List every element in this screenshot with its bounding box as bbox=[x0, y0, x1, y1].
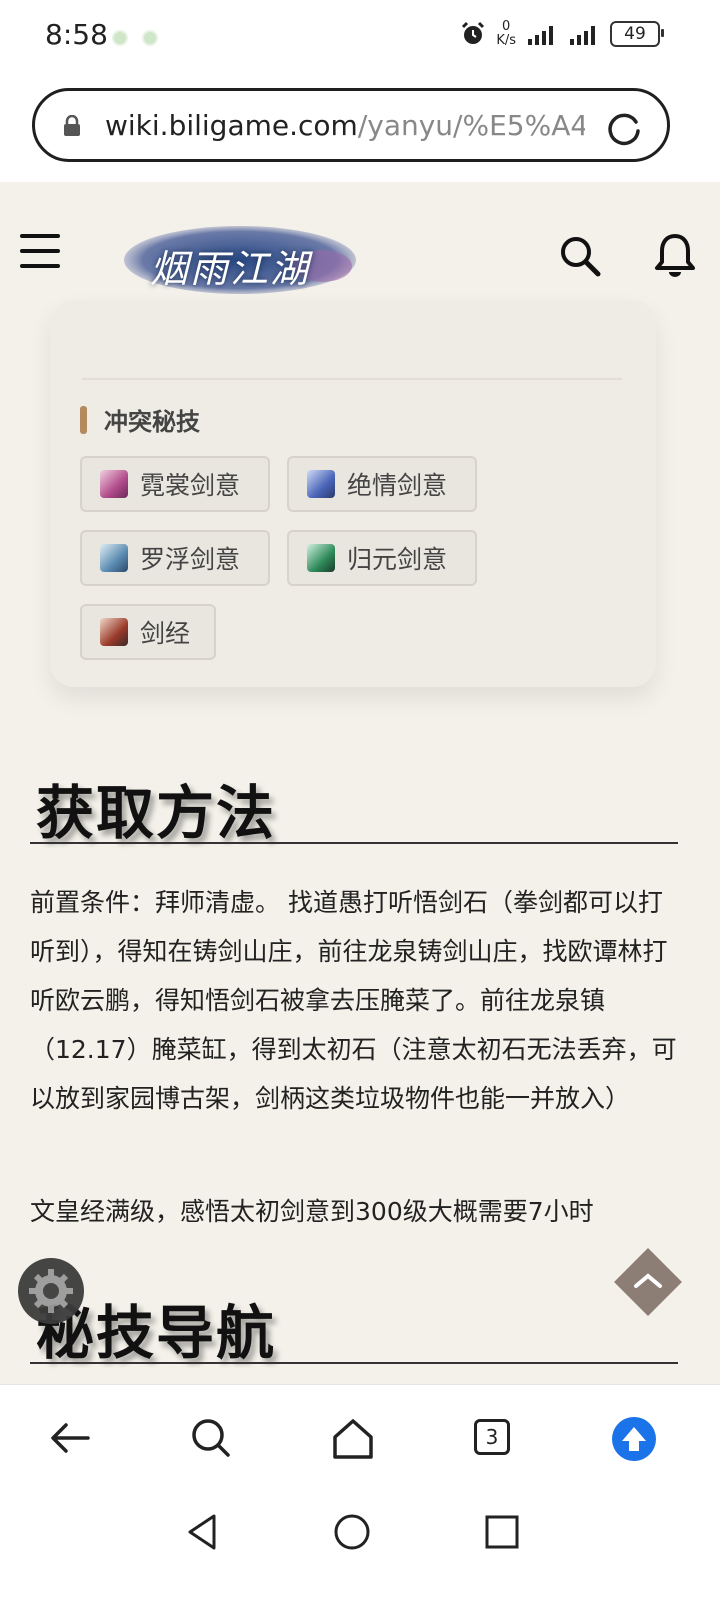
skill-button-guiyuan[interactable]: 归元剑意 bbox=[287, 530, 477, 586]
skill-button-jueqing[interactable]: 绝情剑意 bbox=[287, 456, 477, 512]
arrow-up-icon bbox=[622, 1427, 646, 1451]
status-time: 8:58 bbox=[45, 18, 108, 51]
skill-icon bbox=[307, 544, 335, 572]
status-indicators: 0 K/s 49 bbox=[460, 20, 664, 48]
skill-label: 绝情剑意 bbox=[347, 471, 448, 500]
lock-icon bbox=[64, 115, 80, 136]
skill-label: 归元剑意 bbox=[347, 545, 448, 574]
section-divider bbox=[30, 842, 678, 844]
notification-dot-icon bbox=[112, 30, 128, 46]
signal-icon bbox=[528, 26, 553, 45]
conflict-skills-card: 冲突秘技 霓裳剑意 绝情剑意 罗浮剑意 归元剑意 剑经 bbox=[50, 300, 656, 687]
time-note-paragraph: 文皇经满级，感悟太初剑意到300级大概需要7小时 bbox=[30, 1197, 594, 1226]
skill-label: 罗浮剑意 bbox=[140, 545, 241, 574]
card-divider bbox=[82, 378, 622, 380]
url-text[interactable]: wiki.biligame.com/yanyu/%E5%A4 bbox=[105, 109, 585, 142]
url-path: /yanyu/%E5%A4 bbox=[357, 109, 585, 142]
chevron-up-icon bbox=[634, 1273, 662, 1288]
skill-icon bbox=[100, 470, 128, 498]
browser-toolbar: 3 bbox=[0, 1384, 720, 1493]
gear-icon bbox=[29, 1269, 73, 1313]
section-divider bbox=[30, 1362, 678, 1364]
skill-icon bbox=[100, 544, 128, 572]
browser-address-area: wiki.biligame.com/yanyu/%E5%A4 bbox=[0, 76, 720, 182]
alarm-icon bbox=[462, 21, 485, 44]
status-bar: 8:58 0 K/s 49 bbox=[0, 0, 720, 76]
nav-recents-icon[interactable] bbox=[482, 1512, 522, 1552]
url-domain: wiki.biligame.com bbox=[105, 109, 358, 142]
skill-button-jianjing[interactable]: 剑经 bbox=[80, 604, 216, 660]
site-logo[interactable]: 烟雨江湖 bbox=[122, 222, 358, 296]
skill-button-nishang[interactable]: 霓裳剑意 bbox=[80, 456, 270, 512]
network-speed-unit: K/s bbox=[496, 33, 516, 48]
skill-icon bbox=[100, 618, 128, 646]
logo-text: 烟雨江湖 bbox=[150, 247, 311, 291]
search-icon[interactable] bbox=[188, 1415, 234, 1461]
network-speed: 0 K/s bbox=[496, 20, 516, 48]
battery-indicator: 49 bbox=[610, 21, 664, 47]
nav-back-icon[interactable] bbox=[184, 1512, 224, 1552]
system-navigation-bar bbox=[0, 1492, 720, 1602]
home-icon[interactable] bbox=[330, 1415, 376, 1461]
section-title-acquisition: 获取方法 bbox=[36, 779, 277, 847]
bell-icon[interactable] bbox=[654, 232, 696, 278]
nav-home-icon[interactable] bbox=[332, 1512, 372, 1552]
notification-dot-icon bbox=[142, 30, 158, 46]
skill-label: 剑经 bbox=[140, 619, 191, 648]
search-icon[interactable] bbox=[558, 234, 602, 278]
skill-icon bbox=[307, 470, 335, 498]
reload-icon[interactable] bbox=[605, 109, 643, 147]
menu-icon[interactable] bbox=[20, 234, 60, 270]
card-title-accent bbox=[80, 406, 87, 434]
back-arrow-icon[interactable] bbox=[48, 1415, 94, 1461]
address-bar[interactable]: wiki.biligame.com/yanyu/%E5%A4 bbox=[32, 88, 670, 162]
skill-button-luofu[interactable]: 罗浮剑意 bbox=[80, 530, 270, 586]
settings-float-button[interactable] bbox=[18, 1258, 84, 1324]
skill-label: 霓裳剑意 bbox=[140, 471, 241, 500]
upload-button[interactable] bbox=[612, 1417, 656, 1461]
network-speed-value: 0 bbox=[502, 19, 511, 34]
tabs-button[interactable]: 3 bbox=[474, 1419, 510, 1455]
acquisition-paragraph: 前置条件：拜师清虚。 找道愚打听悟剑石（拳剑都可以打听到），得知在铸剑山庄，前往… bbox=[30, 888, 677, 1113]
card-title: 冲突秘技 bbox=[104, 408, 200, 436]
signal-icon bbox=[570, 26, 595, 45]
